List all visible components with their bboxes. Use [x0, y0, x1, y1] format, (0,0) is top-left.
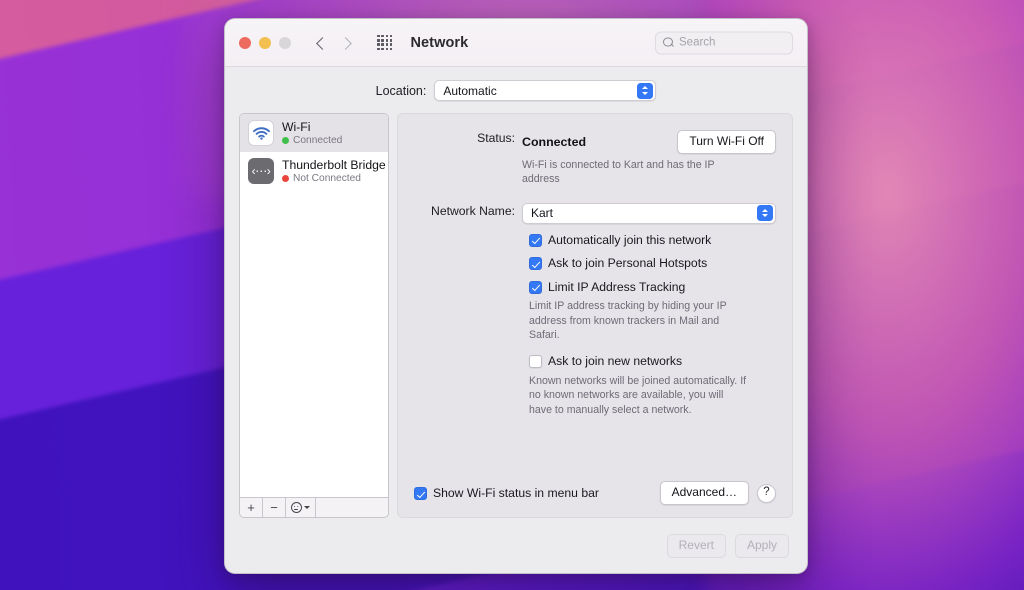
checkbox-ask-join-new-networks-label: Ask to join new networks — [548, 354, 683, 369]
status-line: Connected Turn Wi-Fi Off — [522, 130, 776, 154]
advanced-button[interactable]: Advanced… — [659, 481, 749, 505]
network-name-popup-button[interactable]: Kart — [522, 202, 776, 224]
add-service-button[interactable]: + — [240, 498, 263, 517]
service-list-toolbar: + − — [239, 497, 389, 518]
checkbox-personal-hotspots-label: Ask to join Personal Hotspots — [548, 256, 708, 271]
status-dot-disconnected — [282, 175, 289, 183]
location-row: Location: Automatic — [225, 67, 807, 113]
window-titlebar: Network Search — [225, 19, 807, 67]
traffic-lights — [239, 36, 291, 49]
status-description: Wi-Fi is connected to Kart and has the I… — [522, 158, 715, 185]
sidebar-item-thunderbolt-bridge[interactable]: ‹⋯› Thunderbolt Bridge Not Connected — [240, 152, 388, 190]
sidebar-item-wifi-status-label: Connected — [293, 134, 343, 146]
thunderbolt-bridge-glyph: ‹⋯› — [251, 164, 271, 178]
status-value-column: Connected Turn Wi-Fi Off Wi-Fi is connec… — [522, 130, 776, 187]
location-popup-button[interactable]: Automatic — [434, 80, 657, 101]
chevron-updown-icon — [636, 82, 653, 99]
panel-action-buttons: Advanced… ? — [659, 481, 776, 505]
zoom-button[interactable] — [279, 36, 291, 49]
status-label: Status: — [477, 131, 515, 145]
revert-button[interactable]: Revert — [666, 534, 726, 558]
chevron-updown-icon — [756, 205, 773, 222]
checkbox-limit-ip-tracking-label: Limit IP Address Tracking — [548, 279, 686, 294]
sidebar-item-thunderbolt-name: Thunderbolt Bridge — [282, 157, 386, 172]
chevron-down-icon — [304, 506, 310, 509]
network-name-row: Network Name: Kart — [414, 202, 776, 224]
sidebar-item-thunderbolt-status: Not Connected — [282, 173, 380, 185]
back-chevron-icon[interactable] — [313, 35, 329, 51]
minimize-button[interactable] — [259, 36, 271, 49]
location-label: Location: — [375, 83, 427, 98]
search-field[interactable]: Search — [655, 31, 793, 54]
main-content: Wi-Fi Connected ‹⋯› Thunderbolt Bridge N… — [225, 113, 807, 518]
navigation-arrows — [313, 35, 355, 51]
network-name-label: Network Name: — [431, 203, 515, 218]
checkbox-ask-join-new-networks[interactable]: Ask to join new networks — [529, 354, 776, 369]
service-actions-menu-button[interactable] — [286, 498, 316, 517]
toolbar-filler — [316, 498, 388, 517]
ask-join-new-networks-hint: Known networks will be joined automatica… — [529, 374, 747, 416]
service-list: Wi-Fi Connected ‹⋯› Thunderbolt Bridge N… — [239, 113, 389, 497]
show-all-grid-icon[interactable] — [377, 34, 393, 51]
checkbox-personal-hotspots[interactable]: Ask to join Personal Hotspots — [529, 256, 776, 271]
window-footer: Revert Apply — [225, 518, 807, 558]
checkbox-show-wifi-status-box[interactable] — [414, 487, 427, 501]
checkbox-personal-hotspots-box[interactable] — [529, 257, 542, 271]
window-body: Location: Automatic Wi-Fi Connected ‹⋯› … — [225, 67, 807, 558]
network-preferences-window: Network Search Location: Automatic Wi-Fi… — [224, 18, 808, 574]
turn-wifi-off-button[interactable]: Turn Wi-Fi Off — [677, 130, 776, 154]
checkbox-ask-join-new-networks-box[interactable] — [529, 355, 542, 369]
page-title: Network — [410, 34, 469, 51]
wifi-settings-panel: Status: Connected Turn Wi-Fi Off Wi-Fi i… — [397, 113, 793, 518]
menu-bar-checkbox-row[interactable]: Show Wi-Fi status in menu bar — [414, 486, 599, 501]
status-badge: Connected — [522, 134, 587, 149]
panel-bottom-row: Show Wi-Fi status in menu bar Advanced… … — [414, 481, 776, 505]
desktop-wallpaper: Network Search Location: Automatic Wi-Fi… — [0, 0, 1024, 590]
sidebar-item-thunderbolt-status-label: Not Connected — [293, 172, 361, 184]
wifi-icon — [248, 120, 274, 146]
status-dot-connected — [282, 137, 289, 145]
search-placeholder: Search — [679, 36, 716, 49]
close-button[interactable] — [239, 36, 251, 49]
checkbox-limit-ip-tracking-box[interactable] — [529, 280, 542, 294]
checkbox-show-wifi-status-label: Show Wi-Fi status in menu bar — [433, 485, 599, 500]
help-button[interactable]: ? — [757, 483, 776, 503]
forward-chevron-icon[interactable] — [339, 35, 355, 51]
apply-button[interactable]: Apply — [734, 534, 789, 558]
sidebar-item-wifi[interactable]: Wi-Fi Connected — [240, 114, 388, 152]
network-name-value: Kart — [531, 206, 554, 221]
checkbox-auto-join-box[interactable] — [529, 233, 542, 247]
network-name-value-column: Kart — [522, 202, 776, 224]
service-sidebar: Wi-Fi Connected ‹⋯› Thunderbolt Bridge N… — [239, 113, 389, 518]
limit-ip-tracking-hint: Limit IP address tracking by hiding your… — [529, 300, 727, 342]
sidebar-item-thunderbolt-text: Thunderbolt Bridge Not Connected — [282, 157, 386, 185]
search-icon — [663, 37, 674, 48]
sidebar-item-wifi-status: Connected — [282, 135, 342, 147]
checkbox-auto-join-label: Automatically join this network — [548, 232, 712, 247]
remove-service-button[interactable]: − — [263, 498, 286, 517]
gear-icon — [291, 502, 302, 513]
checkbox-limit-ip-tracking[interactable]: Limit IP Address Tracking — [529, 280, 776, 295]
checkbox-auto-join[interactable]: Automatically join this network — [529, 233, 776, 248]
location-value: Automatic — [443, 83, 497, 98]
status-row: Status: Connected Turn Wi-Fi Off Wi-Fi i… — [414, 130, 776, 187]
sidebar-item-wifi-text: Wi-Fi Connected — [282, 120, 342, 147]
thunderbolt-bridge-icon: ‹⋯› — [248, 158, 274, 184]
sidebar-item-wifi-name: Wi-Fi — [282, 119, 311, 134]
